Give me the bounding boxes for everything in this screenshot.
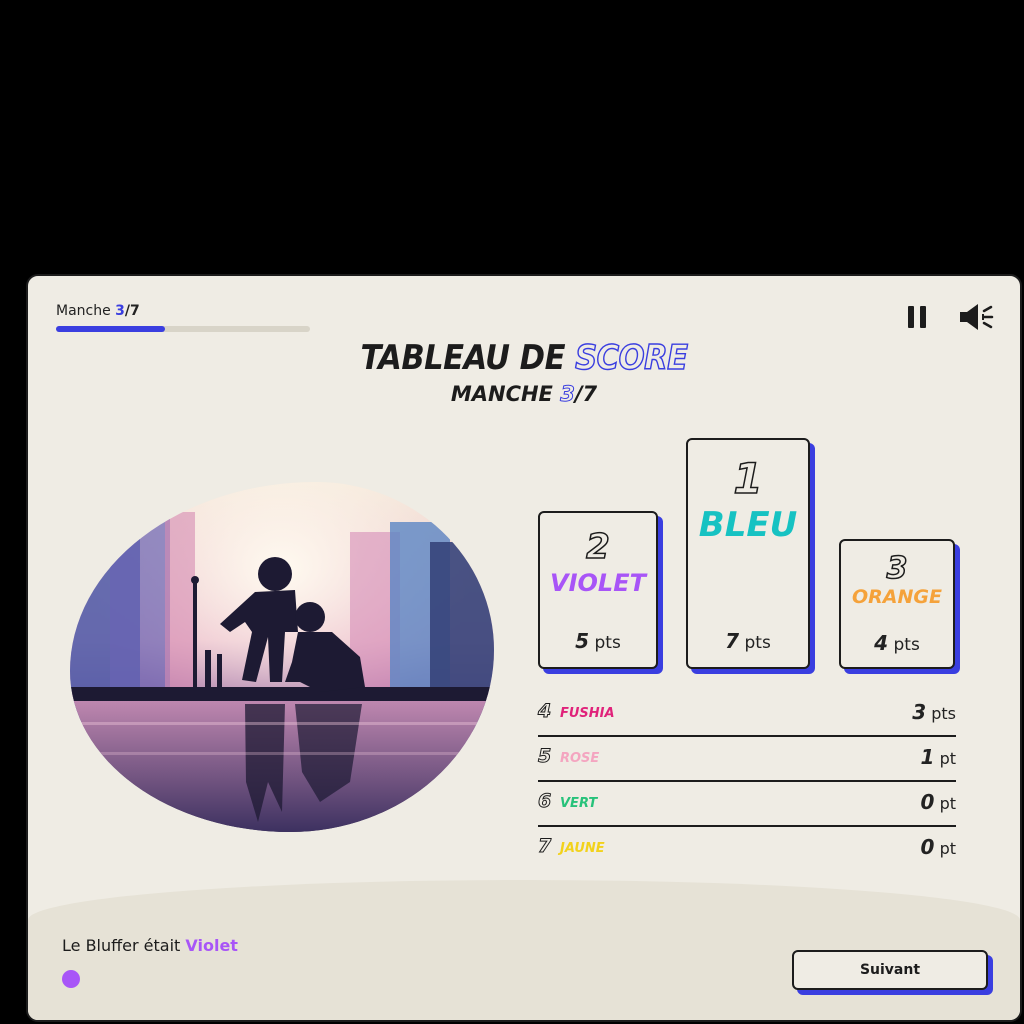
round-progress-bar (56, 326, 310, 332)
round-indicator: Manche 3/7 (56, 303, 140, 319)
podium-team-name: ORANGE (852, 586, 942, 608)
podium-points-value: 4 (874, 631, 889, 655)
podium-card-second: 2 VIOLET 5 pts (538, 511, 658, 669)
podium-points: 7 pts (688, 629, 808, 653)
pause-icon (908, 306, 914, 328)
score-points: 3 pts (912, 700, 956, 724)
podium-card-third: 3 ORANGE 4 pts (839, 539, 955, 669)
score-team-name: VERT (560, 796, 598, 811)
podium-points-value: 5 (575, 629, 590, 653)
podium-points-value: 7 (725, 629, 740, 653)
illustration-image (70, 482, 494, 832)
volume-icon (960, 304, 994, 330)
pause-icon-bar (920, 306, 926, 328)
score-points: 1 pt (921, 745, 956, 769)
score-rank: 5 (537, 745, 552, 768)
subtitle-rest: /7 (574, 382, 598, 406)
next-button[interactable]: Suivant (792, 950, 988, 990)
score-points-unit: pt (939, 839, 956, 858)
bluffer-reveal: Le Bluffer était Violet (62, 936, 238, 955)
score-points: 0 pt (921, 790, 956, 814)
subtitle-prefix: MANCHE (450, 382, 561, 406)
podium-rank: 3 (886, 550, 908, 587)
scoreboard-panel: Manche 3/7 TABLEAU DE SCORE MANCHE 3/7 2… (26, 274, 1022, 1022)
round-progress-fill (56, 326, 166, 332)
podium-points: 4 pts (841, 631, 953, 655)
round-current: 3 (115, 303, 125, 319)
score-team-name: JAUNE (560, 841, 605, 856)
podium-team-name: VIOLET (550, 569, 646, 597)
score-team-name: ROSE (560, 751, 600, 766)
podium-team-name: BLEU (698, 505, 798, 545)
bluffer-name: Violet (185, 936, 238, 955)
score-row: 5 ROSE 1 pt (537, 737, 956, 782)
page-subtitle: MANCHE 3/7 (28, 382, 1020, 407)
podium-card-first: 1 BLEU 7 pts (686, 438, 810, 669)
round-total: /7 (124, 303, 140, 319)
score-points-value: 1 (920, 745, 935, 769)
pause-button[interactable] (906, 304, 930, 330)
score-points-unit: pts (931, 704, 956, 723)
sound-button[interactable] (958, 302, 998, 332)
bluffer-prefix: Le Bluffer était (62, 936, 186, 955)
score-team-name: FUSHIA (560, 706, 615, 721)
page-title: TABLEAU DE SCORE (28, 337, 1020, 378)
podium-rank: 2 (585, 526, 610, 568)
bluffer-color-dot (62, 970, 80, 988)
podium-rank: 1 (733, 453, 764, 504)
score-points-value: 0 (920, 790, 935, 814)
score-points: 0 pt (921, 835, 956, 859)
score-points-unit: pt (939, 749, 956, 768)
score-rank: 7 (537, 835, 552, 858)
subtitle-current: 3 (560, 382, 576, 407)
score-row: 6 VERT 0 pt (537, 782, 956, 827)
score-points-unit: pt (939, 794, 956, 813)
podium-points: 5 pts (540, 629, 656, 653)
score-rank: 4 (537, 700, 552, 723)
score-list: 4 FUSHIA 3 pts 5 ROSE 1 pt 6 VERT 0 pt 7… (537, 692, 956, 872)
podium-points-unit: pts (893, 635, 920, 655)
title-accent: SCORE (574, 337, 688, 378)
score-row: 7 JAUNE 0 pt (537, 827, 956, 872)
score-points-value: 0 (920, 835, 935, 859)
podium-points-unit: pts (594, 633, 621, 653)
podium-points-unit: pts (744, 633, 771, 653)
score-rank: 6 (537, 790, 552, 813)
score-points-value: 3 (912, 700, 927, 724)
illustration-children-silhouette (70, 482, 494, 832)
title-block: TABLEAU DE SCORE MANCHE 3/7 (28, 337, 1020, 407)
score-row: 4 FUSHIA 3 pts (537, 692, 956, 737)
round-prefix: Manche (56, 303, 116, 319)
title-main: TABLEAU DE (360, 338, 576, 378)
